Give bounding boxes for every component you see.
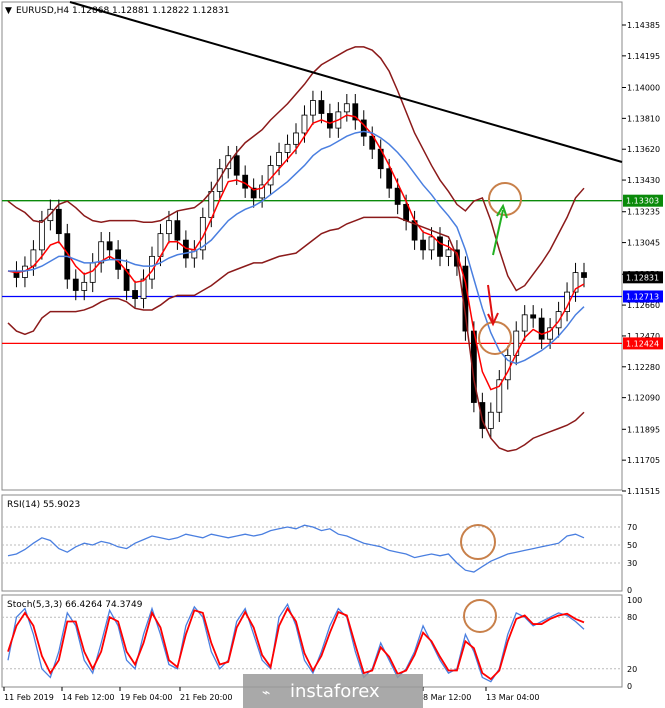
chart-canvas: 1.14385 1.14195 1.14000 1.13810 1.13620 1.134… [1, 1, 663, 708]
bear-candle [437, 236, 443, 257]
rsi-tick-label: 70 [627, 523, 637, 532]
y-tick-label: 1.14195 [627, 52, 660, 61]
bull-candle [276, 152, 282, 166]
price-level-label: 1.12424 [626, 339, 659, 348]
bear-candle [132, 290, 138, 299]
y-tick-label: 1.12090 [627, 394, 660, 403]
bull-candle [284, 143, 291, 153]
stoch-header: Stoch(5,3,3) 66.4264 74.3749 [7, 600, 143, 610]
rsi-tick-label: 50 [627, 541, 637, 550]
bull-candle [166, 220, 172, 235]
bull-candle [267, 165, 274, 186]
bull-candle [293, 132, 299, 145]
bull-candle [521, 314, 528, 332]
rsi-tick-label: 30 [627, 559, 637, 568]
x-tick-label: 19 Feb 04:00 [120, 693, 172, 702]
bear-candle [420, 239, 426, 251]
x-tick-label: 8 Mar 12:00 [423, 693, 471, 702]
y-tick-label: 1.12280 [627, 363, 660, 372]
price-level-label: 1.12831 [626, 273, 659, 282]
stoch-tick-label: 20 [627, 665, 637, 674]
symbol-header: EURUSD,H4 1.12868 1.12881 1.12822 1.1283… [16, 6, 229, 16]
collapse-icon[interactable]: ▼ [5, 6, 12, 16]
bull-candle [428, 236, 435, 251]
bull-candle [81, 281, 88, 291]
y-tick-label: 1.11705 [627, 456, 660, 465]
bear-candle [72, 278, 79, 291]
stoch-tick-label: 80 [627, 613, 637, 622]
watermark-text: instaforex [290, 681, 380, 702]
bull-candle [38, 220, 45, 251]
bear-candle [106, 241, 113, 251]
rsi-tick-label: 0 [627, 586, 632, 595]
bull-candle [89, 262, 96, 283]
rsi-header: RSI(14) 55.9023 [7, 500, 80, 510]
bull-candle [343, 103, 350, 113]
bear-candle [538, 317, 545, 340]
y-tick-label: 1.13235 [627, 208, 660, 217]
bear-candle [318, 100, 325, 114]
bear-candle [242, 174, 249, 189]
y-tick-label: 1.13430 [627, 176, 660, 185]
y-tick-label: 1.13810 [627, 114, 660, 123]
price-level-label: 1.12713 [626, 292, 659, 301]
y-tick-label: 1.13620 [627, 145, 660, 154]
stoch-tick-label: 100 [627, 596, 642, 605]
x-tick-label: 11 Feb 2019 [4, 693, 54, 702]
bull-candle [310, 100, 316, 116]
bear-candle [233, 155, 240, 176]
bear-candle [55, 208, 62, 235]
bear-candle [386, 168, 393, 189]
watermark-logo-icon: ⌁ [262, 685, 270, 701]
bull-candle [140, 278, 147, 299]
bull-candle [445, 249, 452, 257]
stoch-tick-label: 0 [627, 682, 632, 691]
x-tick-label: 21 Feb 20:00 [180, 693, 232, 702]
bear-candle [326, 113, 333, 129]
x-tick-label: 13 Mar 04:00 [486, 693, 539, 702]
y-tick-label: 1.11515 [627, 487, 660, 496]
y-tick-label: 1.13045 [627, 239, 660, 248]
rsi-panel-frame [1, 494, 623, 592]
price-level-label: 1.13303 [626, 197, 659, 206]
watermark-banner: ⌁ instaforex [243, 674, 423, 708]
bear-candle [581, 272, 587, 278]
y-tick-label: 1.14000 [627, 84, 660, 93]
bull-candle [301, 114, 308, 134]
bear-candle [174, 220, 181, 241]
bull-candle [487, 411, 494, 429]
bear-candle [530, 314, 537, 319]
y-tick-label: 1.14385 [627, 21, 660, 30]
bear-candle [394, 187, 401, 205]
x-tick-label: 14 Feb 12:00 [62, 693, 114, 702]
y-tick-label: 1.11895 [627, 425, 660, 434]
